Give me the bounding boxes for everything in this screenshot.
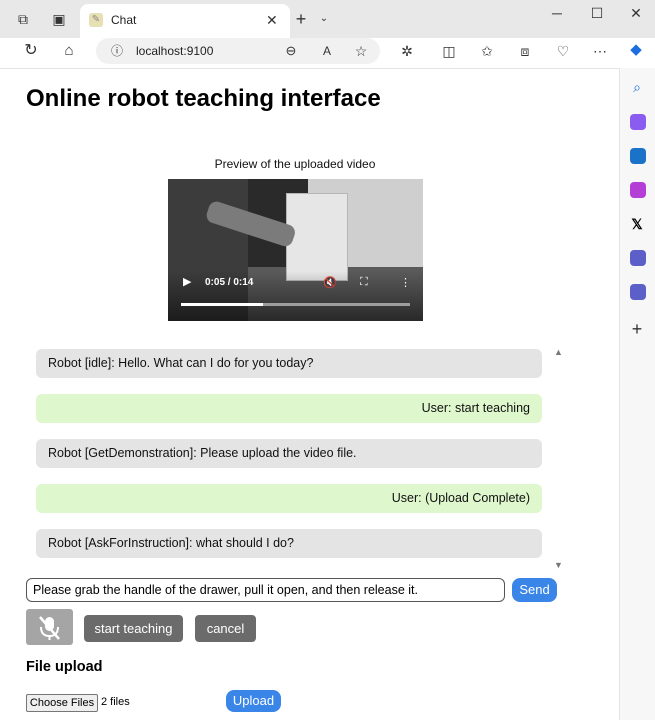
start-teaching-button[interactable]: start teaching [84, 615, 183, 642]
url-text: localhost:9100 [136, 44, 214, 58]
home-icon[interactable]: ⌂ [60, 42, 78, 60]
robot-message: Robot [idle]: Hello. What can I do for y… [36, 349, 542, 378]
vertical-tabs-icon[interactable]: ▣ [50, 10, 68, 28]
collections-icon[interactable]: ⧈ [516, 42, 534, 60]
x-twitter-icon[interactable]: 𝕏 [628, 215, 646, 233]
robot-message: Robot [AskForInstruction]: what should I… [36, 529, 542, 558]
copilot-sidebar-icon[interactable] [630, 114, 646, 130]
search-icon[interactable]: ⌕ [628, 78, 646, 96]
cancel-button[interactable]: cancel [195, 615, 256, 642]
zoom-out-icon[interactable]: ⊖ [282, 42, 300, 60]
user-message: User: start teaching [36, 394, 542, 423]
new-tab-icon[interactable]: + [292, 10, 310, 28]
fullscreen-icon[interactable]: ⛶ [360, 276, 368, 289]
video-progress-track[interactable] [181, 303, 410, 306]
microphone-off-icon [39, 616, 60, 640]
tab-title: Chat [111, 13, 137, 27]
copilot-icon[interactable]: ◆ [627, 41, 645, 59]
minimize-icon[interactable]: ─ [548, 4, 566, 22]
browser-toolbar: ↻ ⌂ ⓘ localhost:9100 ⊖ A ☆ ✲ ◫ ✩ ⧈ ♡ ⋯ ◆ [0, 38, 655, 68]
favorites-icon[interactable]: ✩ [478, 42, 496, 60]
outlook-icon[interactable] [630, 148, 646, 164]
chat-log[interactable]: Robot [idle]: Hello. What can I do for y… [30, 345, 567, 573]
video-time: 0:05 / 0:14 [205, 277, 254, 288]
split-screen-icon[interactable]: ◫ [440, 42, 458, 60]
robot-message: Robot [GetDemonstration]: Please upload … [36, 439, 542, 468]
upload-button[interactable]: Upload [226, 690, 281, 712]
workspaces-icon[interactable]: ⧉ [14, 10, 32, 28]
chat-favicon-icon: ✎ [89, 13, 103, 27]
video-preview-label: Preview of the uploaded video [214, 157, 376, 171]
browser-tab-chat[interactable]: ✎ Chat ✕ [80, 4, 290, 38]
choose-files-button[interactable]: Choose Files [26, 694, 98, 712]
play-icon[interactable]: ▶ [183, 275, 191, 288]
tab-close-icon[interactable]: ✕ [266, 12, 278, 29]
extensions-icon[interactable]: ✲ [398, 42, 416, 60]
teams-icon-2[interactable] [630, 284, 646, 300]
designer-icon[interactable] [630, 182, 646, 198]
instruction-input[interactable] [26, 578, 505, 602]
scroll-up-icon[interactable]: ▲ [554, 347, 563, 357]
read-aloud-icon[interactable]: A [318, 42, 336, 60]
reload-icon[interactable]: ↻ [22, 42, 40, 60]
video-more-icon[interactable]: ⋮ [400, 276, 411, 289]
address-bar[interactable]: ⓘ localhost:9100 ⊖ A ☆ [96, 38, 380, 64]
page-content: Online robot teaching interface Preview … [0, 68, 619, 720]
maximize-icon[interactable]: ☐ [588, 4, 606, 22]
close-window-icon[interactable]: ✕ [627, 4, 645, 22]
video-frame-cabinet [286, 193, 348, 281]
user-message: User: (Upload Complete) [36, 484, 542, 513]
add-sidebar-app-icon[interactable]: + [628, 320, 646, 338]
page-title: Online robot teaching interface [26, 85, 381, 112]
teams-icon[interactable] [630, 250, 646, 266]
selected-files-count: 2 files [101, 696, 130, 708]
file-upload-heading: File upload [26, 659, 103, 675]
video-progress-fill [181, 303, 263, 306]
browser-essentials-icon[interactable]: ♡ [554, 42, 572, 60]
volume-mute-icon[interactable]: 🔇 [323, 276, 337, 289]
video-player[interactable]: ▶ 0:05 / 0:14 🔇 ⛶ ⋮ [168, 179, 423, 321]
info-icon[interactable]: ⓘ [108, 42, 126, 60]
favorite-star-icon[interactable]: ☆ [352, 42, 370, 60]
microphone-button[interactable] [26, 609, 73, 645]
more-menu-icon[interactable]: ⋯ [591, 42, 609, 60]
send-button[interactable]: Send [512, 578, 557, 602]
scroll-down-icon[interactable]: ▼ [554, 560, 563, 570]
tab-list-chevron-icon[interactable]: ⌄ [315, 10, 333, 28]
chat-scrollbar[interactable]: ▲ ▼ [552, 345, 564, 573]
browser-sidebar: ⌕ 𝕏 + [619, 68, 655, 720]
browser-tab-bar: ⧉ ▣ ✎ Chat ✕ + ⌄ ─ ☐ ✕ [0, 0, 655, 38]
